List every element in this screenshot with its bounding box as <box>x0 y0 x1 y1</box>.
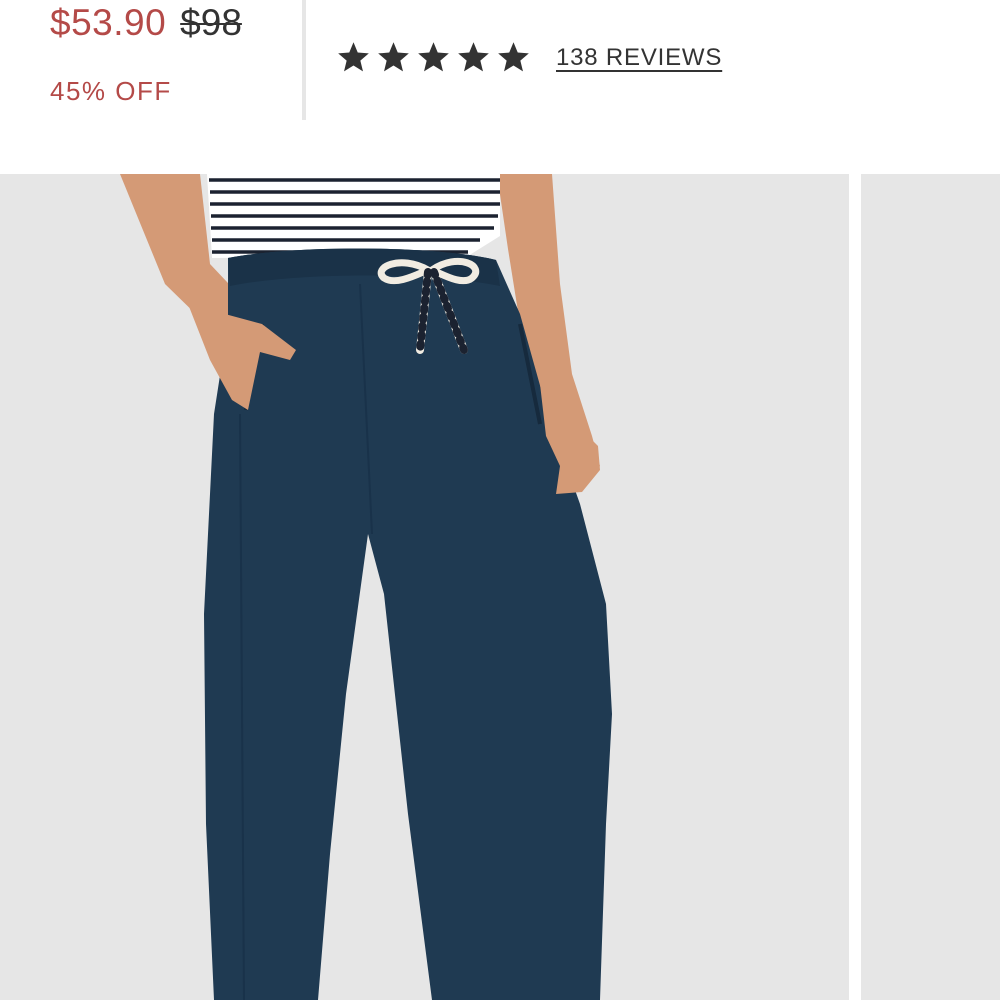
star-icon <box>338 42 369 72</box>
original-price: $98 <box>180 2 242 43</box>
reviews-link[interactable]: 138 REVIEWS <box>556 44 722 72</box>
striped-top <box>207 174 500 258</box>
product-summary-header: $53.90 $98 45% OFF 138 REVIEWS <box>0 0 1000 150</box>
sale-price: $53.90 <box>50 2 167 43</box>
star-icon <box>418 42 449 72</box>
header-divider <box>302 0 306 120</box>
star-icon <box>458 42 489 72</box>
price-row: $53.90 $98 <box>50 2 242 52</box>
product-page: $53.90 $98 45% OFF 138 REVIEWS <box>0 0 1000 1000</box>
star-icon <box>498 42 529 72</box>
product-photo[interactable] <box>0 174 849 1000</box>
product-photo-illustration <box>120 174 612 1000</box>
discount-label: 45% OFF <box>50 76 172 106</box>
price-block: $53.90 $98 45% OFF <box>50 2 242 107</box>
next-product-photo-peek[interactable] <box>861 174 1000 1000</box>
rating-summary[interactable]: 138 REVIEWS <box>336 40 722 75</box>
product-image-carousel[interactable] <box>0 174 1000 1000</box>
star-rating <box>336 40 531 75</box>
star-icon <box>378 42 409 72</box>
